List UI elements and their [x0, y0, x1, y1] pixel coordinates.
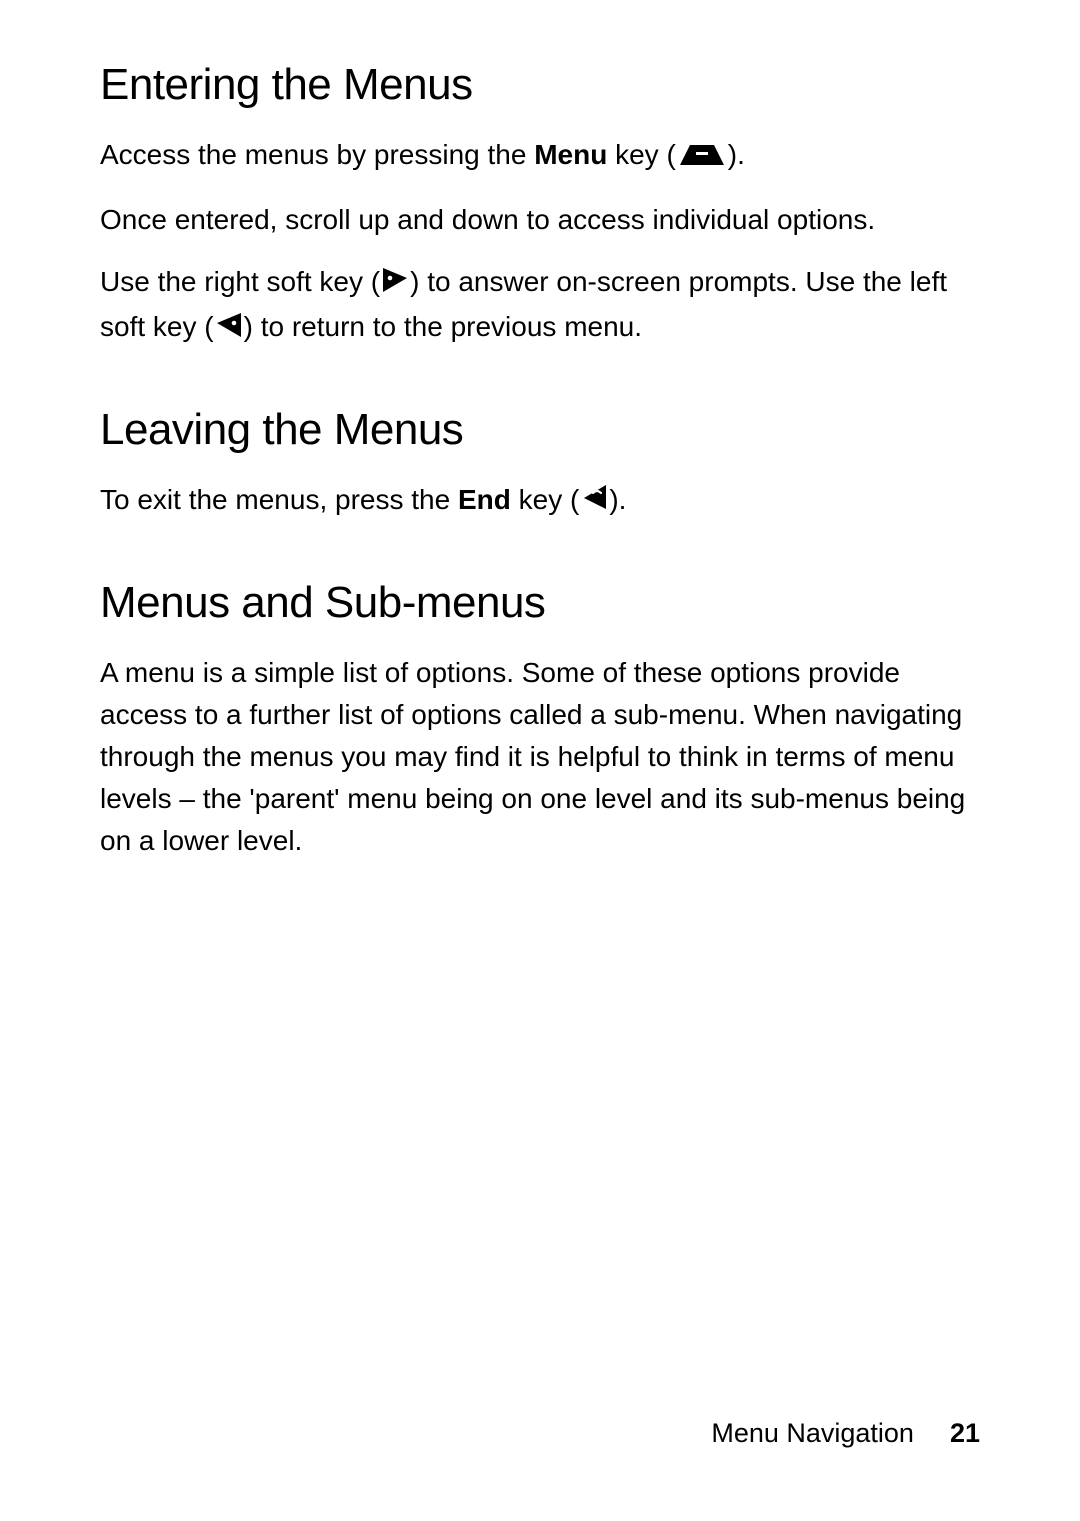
text: key (: [607, 139, 675, 170]
bold-end-key-name: End: [458, 484, 511, 515]
text: Use the right soft key (: [100, 266, 380, 297]
page: Entering the Menus Access the menus by p…: [0, 0, 1080, 1521]
heading-leaving-menus: Leaving the Menus: [100, 405, 980, 455]
text: Access the menus by pressing the: [100, 139, 534, 170]
footer-page-number: 21: [950, 1418, 980, 1448]
para-leaving-1: To exit the menus, press the End key ().: [100, 479, 980, 524]
left-soft-key-icon: [214, 309, 244, 351]
para-entering-3: Use the right soft key () to answer on-s…: [100, 261, 980, 351]
end-key-icon: [579, 482, 609, 524]
page-footer: Menu Navigation 21: [711, 1418, 980, 1449]
bold-menu-key-name: Menu: [534, 139, 607, 170]
para-menus-1: A menu is a simple list of options. Some…: [100, 652, 980, 862]
text: ) to return to the previous menu.: [244, 311, 642, 342]
text: key (: [511, 484, 579, 515]
text: ).: [728, 139, 745, 170]
heading-menus-submenus: Menus and Sub-menus: [100, 578, 980, 628]
menu-key-icon: [676, 137, 728, 179]
footer-section-name: Menu Navigation: [711, 1418, 914, 1448]
para-entering-1: Access the menus by pressing the Menu ke…: [100, 134, 980, 179]
text: To exit the menus, press the: [100, 484, 458, 515]
text: ).: [609, 484, 626, 515]
heading-entering-menus: Entering the Menus: [100, 60, 980, 110]
para-entering-2: Once entered, scroll up and down to acce…: [100, 199, 980, 241]
right-soft-key-icon: [380, 264, 410, 306]
